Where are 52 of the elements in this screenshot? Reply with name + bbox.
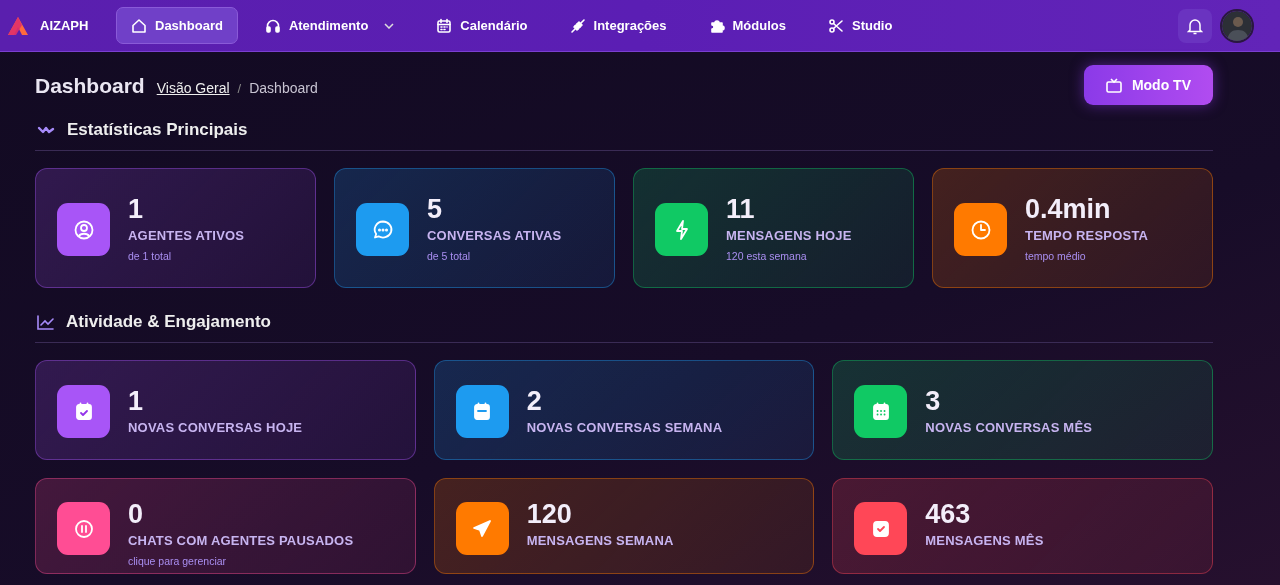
nav-tab[interactable]: Integrações [554,7,682,44]
stat-label: AGENTES ATIVOS [128,228,245,243]
stat-value: 3 [925,385,942,416]
stat-value: 1 [128,194,145,224]
tv-icon [1105,77,1122,93]
breadcrumb-separator: / [237,81,242,96]
avatar[interactable] [1220,8,1254,43]
section-title: Atividade & Engajamento [66,312,271,332]
plug-icon [569,17,586,34]
stat-label: MENSAGENS HOJE [726,228,852,243]
stat-label: NOVAS CONVERSAS MÊS [925,419,1093,435]
stat-note: tempo médio [1025,250,1087,262]
stat-value: 11 [726,194,756,224]
brand-name: AIZAPH [40,18,89,33]
stat-label: NOVAS CONVERSAS SEMANA [526,419,723,435]
wave-icon [37,125,55,135]
stat-value: 0 [128,499,145,529]
calendar-icon [436,17,453,34]
logo-icon [8,16,28,35]
section-title: Estatísticas Principais [67,120,248,140]
breadcrumb-current: Dashboard [249,80,318,96]
stat-value: 1 [128,385,145,416]
nav-tab[interactable]: Dashboard [116,7,238,44]
tv-mode-button[interactable]: Modo TV [1083,65,1213,105]
stat-value: 463 [925,499,972,529]
stat-label: MENSAGENS SEMANA [526,533,674,548]
stat-note: de 5 total [427,250,472,262]
headphones-icon [264,17,281,34]
stat-note: 120 esta semana [726,250,808,262]
stat-value: 120 [526,499,573,529]
scissors-icon [827,17,844,34]
nav-tab[interactable]: Atendimento [249,7,410,44]
breadcrumb-link[interactable]: Visão Geral [156,80,230,96]
nav-tab[interactable]: Módulos [693,7,801,44]
stat-value: 0.4min [1025,194,1112,224]
stat-label: NOVAS CONVERSAS HOJE [128,419,303,435]
page-title: Dashboard [35,74,145,98]
stat-label: CHATS COM AGENTES PAUSADOS [128,533,354,548]
bell-icon [1187,16,1203,35]
caret-icon [384,22,395,29]
home-icon [131,17,147,34]
stat-label: TEMPO RESPOSTA [1025,228,1149,243]
stat-note: clique para gerenciar [128,555,228,567]
nav-tab[interactable]: Studio [812,7,908,44]
stat-label: CONVERSAS ATIVAS [427,228,562,243]
stat-value: 2 [526,385,543,416]
line-chart-icon [37,314,54,330]
nav-tab[interactable]: Calendário [421,7,543,44]
stat-note: de 1 total [128,250,173,262]
stat-label: MENSAGENS MÊS [925,533,1044,548]
stat-value: 5 [427,194,444,224]
notifications-button[interactable] [1178,8,1212,43]
